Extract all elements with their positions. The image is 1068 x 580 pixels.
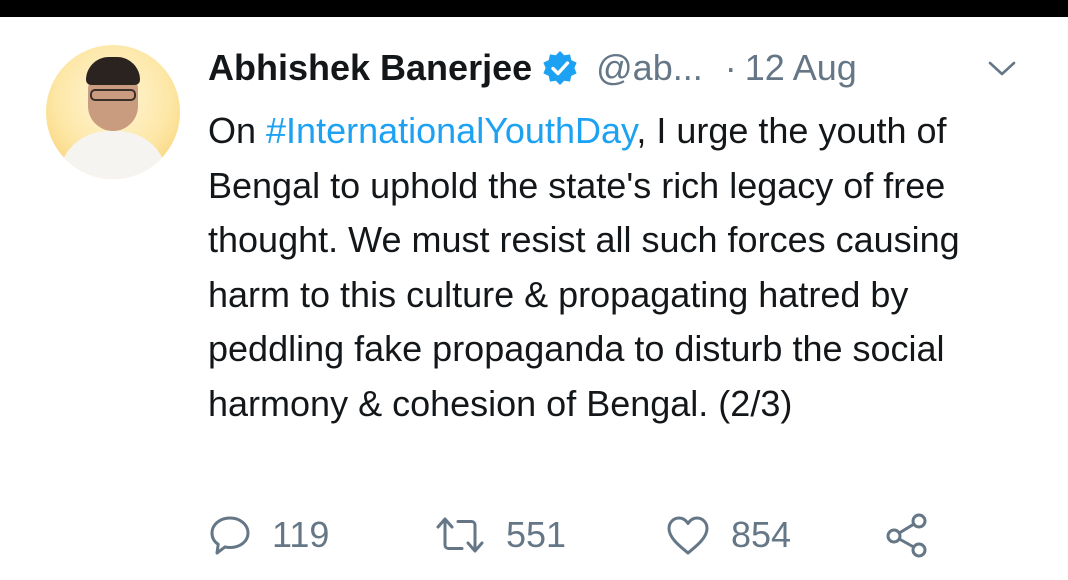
heart-icon [667, 516, 709, 555]
author-handle[interactable]: @ab... [596, 47, 703, 89]
retweet-icon [436, 517, 484, 553]
share-icon [886, 513, 927, 558]
reply-count: 119 [272, 514, 330, 555]
verified-badge-icon [543, 51, 577, 85]
hashtag-link[interactable]: #InternationalYouthDay [266, 110, 636, 151]
reply-button[interactable]: 119 [208, 510, 329, 560]
avatar-shirt [58, 131, 168, 179]
tweet-text: On #InternationalYouthDay, I urge the yo… [208, 104, 1048, 432]
status-bar [0, 0, 1068, 17]
share-button[interactable] [885, 510, 931, 560]
tweet-text-body: , I urge the youth of Bengal to uphold t… [208, 110, 960, 424]
retweet-button[interactable]: 551 [434, 510, 566, 560]
tweet-timestamp[interactable]: 12 Aug [745, 47, 857, 89]
author-name[interactable]: Abhishek Banerjee [208, 47, 532, 89]
avatar-glasses [90, 89, 136, 101]
reply-icon [210, 516, 250, 555]
chevron-down-icon[interactable] [988, 60, 1016, 78]
like-button[interactable]: 854 [665, 510, 791, 560]
separator-dot: · [724, 47, 737, 88]
avatar[interactable] [46, 45, 180, 179]
tweet-header: Abhishek Banerjee @ab... · 12 Aug [208, 46, 857, 90]
avatar-hair [86, 57, 140, 85]
like-count: 854 [731, 514, 792, 555]
retweet-count: 551 [506, 514, 567, 555]
tweet-text-prefix: On [208, 110, 267, 151]
